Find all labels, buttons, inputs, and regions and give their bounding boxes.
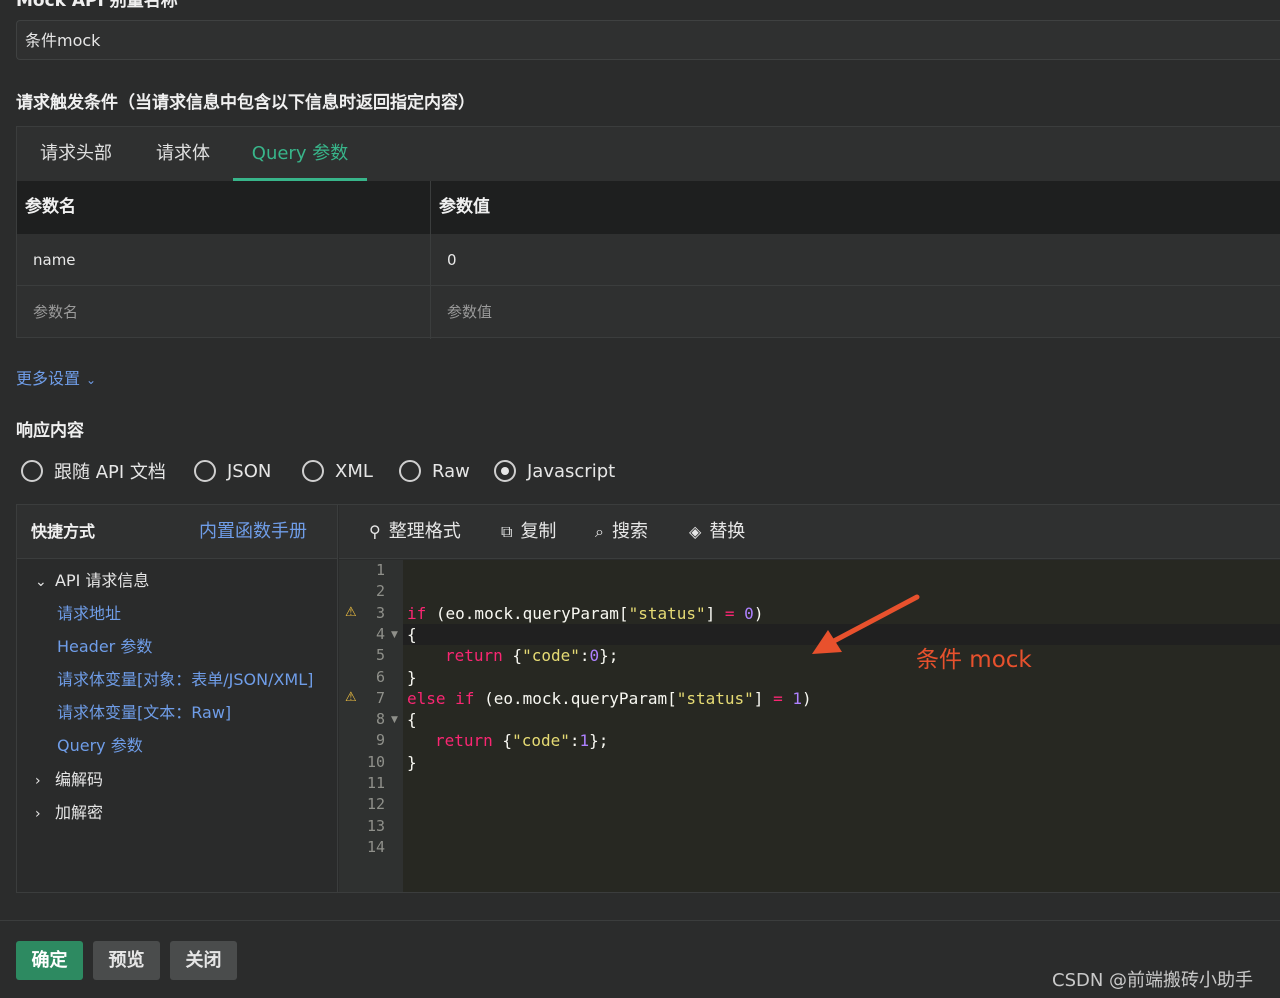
- line-number-gutter: 1 2 ⚠ 3 4 ▼ 5 6 ⚠ 7 8 ▼ 9 10 11 12 13 14: [339, 560, 403, 892]
- close-button[interactable]: 关闭: [170, 941, 237, 980]
- radio-javascript[interactable]: Javascript: [494, 458, 615, 484]
- tree-item-body-raw[interactable]: 请求体变量[文本：Raw]: [57, 699, 231, 723]
- confirm-button[interactable]: 确定: [16, 941, 83, 980]
- tree-group-label: API 请求信息: [55, 571, 150, 590]
- code-line-10: }: [407, 752, 417, 772]
- line-number: 11: [366, 774, 385, 792]
- tree-group-encode-decode[interactable]: › 编解码: [35, 766, 103, 790]
- replace-button[interactable]: ◈ 替换: [689, 505, 745, 559]
- more-settings-link[interactable]: 更多设置 ⌄: [16, 365, 96, 389]
- line-number: 3: [375, 603, 385, 622]
- fold-arrow-icon[interactable]: ▼: [391, 715, 398, 725]
- shortcut-sidebar: 快捷方式 内置函数手册 ⌄ API 请求信息 请求地址 Header 参数 请求体…: [17, 505, 338, 892]
- radio-raw[interactable]: Raw: [399, 458, 470, 484]
- line-number: 13: [366, 816, 385, 835]
- tab-request-body[interactable]: 请求体: [131, 127, 235, 181]
- line-number: 14: [366, 837, 385, 856]
- preview-button[interactable]: 预览: [93, 941, 160, 980]
- line-number: 1: [375, 561, 385, 579]
- radio-label: XML: [335, 460, 373, 482]
- format-button[interactable]: ⚲ 整理格式: [369, 505, 461, 559]
- annotation-label: 条件 mock: [916, 647, 1032, 673]
- radio-label: 跟随 API 文档: [54, 462, 166, 483]
- line-number: 12: [366, 795, 385, 814]
- tree-group-api-request-info[interactable]: ⌄ API 请求信息: [35, 567, 149, 591]
- line-number: 2: [375, 582, 385, 601]
- radio-label: Raw: [432, 460, 470, 482]
- radio-follow-api-doc[interactable]: 跟随 API 文档: [21, 458, 166, 484]
- line-number: 5: [375, 646, 385, 665]
- radio-checked-icon: [494, 460, 516, 482]
- code-line-6: }: [407, 667, 417, 687]
- line-number: 8: [375, 710, 385, 729]
- search-label: 搜索: [611, 521, 648, 542]
- param-name-cell[interactable]: name: [33, 234, 76, 286]
- fold-arrow-icon[interactable]: ▼: [391, 630, 398, 640]
- table-row: name 0: [17, 234, 1280, 286]
- script-editor-panel: 快捷方式 内置函数手册 ⌄ API 请求信息 请求地址 Header 参数 请求体…: [16, 504, 1280, 893]
- param-value-placeholder[interactable]: 参数值: [447, 286, 492, 338]
- param-value-cell[interactable]: 0: [447, 234, 457, 286]
- column-header-param-value: 参数值: [439, 197, 490, 217]
- copy-button[interactable]: ⧉ 复制: [501, 505, 556, 559]
- radio-json[interactable]: JSON: [194, 458, 271, 484]
- chevron-right-icon: ›: [35, 773, 41, 789]
- pin-icon: ⚲: [369, 522, 381, 541]
- copy-label: 复制: [520, 521, 557, 542]
- radio-label: Javascript: [527, 460, 616, 482]
- tree-group-label: 加解密: [55, 803, 104, 822]
- param-name-placeholder[interactable]: 参数名: [33, 286, 78, 338]
- response-content-title: 响应内容: [16, 421, 84, 441]
- tree-group-encrypt-decrypt[interactable]: › 加解密: [35, 799, 103, 823]
- chevron-down-icon: ⌄: [86, 373, 97, 387]
- tab-query-params[interactable]: Query 参数: [233, 127, 367, 181]
- radio-circle-icon: [194, 460, 216, 482]
- more-settings-label: 更多设置: [16, 369, 81, 388]
- column-header-param-name: 参数名: [25, 197, 76, 217]
- code-line-3: if (eo.mock.queryParam["status"] = 0): [407, 603, 764, 623]
- code-line-9: return {"code":1};: [435, 731, 609, 751]
- line-number: 10: [366, 752, 385, 771]
- format-label: 整理格式: [388, 521, 461, 542]
- sidebar-header: 快捷方式 内置函数手册: [17, 505, 337, 559]
- search-button[interactable]: ⌕ 搜索: [595, 505, 648, 559]
- code-line-7: else if (eo.mock.queryParam["status"] = …: [407, 688, 812, 708]
- tree-group-label: 编解码: [55, 770, 104, 789]
- params-table-header: 参数名 参数值: [17, 181, 1280, 234]
- radio-circle-icon: [302, 460, 324, 482]
- tree-item-request-url[interactable]: 请求地址: [57, 600, 121, 624]
- line-number: 7: [375, 688, 385, 707]
- chevron-right-icon: ›: [35, 806, 41, 822]
- table-row-empty: 参数名 参数值: [17, 286, 1280, 338]
- radio-circle-icon: [399, 460, 421, 482]
- radio-circle-icon: [21, 460, 43, 482]
- trigger-conditions-panel: 请求头部 请求体 Query 参数 参数名 参数值 name 0 参数名 参数值: [16, 126, 1280, 339]
- tree-item-header-params[interactable]: Header 参数: [57, 633, 152, 657]
- column-divider: [430, 181, 431, 339]
- code-line-8: {: [407, 710, 417, 730]
- trigger-conditions-title: 请求触发条件（当请求信息中包含以下信息时返回指定内容）: [16, 93, 475, 113]
- chevron-down-icon: ⌄: [35, 574, 47, 590]
- line-number: 9: [375, 731, 385, 750]
- tree-item-query-params[interactable]: Query 参数: [57, 732, 143, 756]
- tree-item-body-object[interactable]: 请求体变量[对象：表单/JSON/XML]: [57, 666, 313, 690]
- code-line-4: {: [407, 624, 417, 644]
- sidebar-title: 快捷方式: [31, 522, 96, 541]
- code-line-5: return {"code":0};: [445, 646, 619, 666]
- annotation-arrow-icon: [812, 594, 920, 654]
- editor-toolbar: ⚲ 整理格式 ⧉ 复制 ⌕ 搜索 ◈ 替换: [339, 505, 1280, 559]
- watermark-text: CSDN @前端搬砖小助手: [1052, 970, 1254, 991]
- line-number: 6: [375, 667, 385, 686]
- api-name-input[interactable]: 条件mock: [16, 20, 1280, 60]
- line-number: 4: [375, 624, 385, 643]
- radio-xml[interactable]: XML: [302, 458, 373, 484]
- search-icon: ⌕: [595, 522, 604, 541]
- tab-request-headers[interactable]: 请求头部: [21, 127, 131, 181]
- replace-label: 替换: [709, 521, 746, 542]
- builtin-function-manual-link[interactable]: 内置函数手册: [199, 505, 307, 559]
- layers-icon: ◈: [689, 522, 702, 541]
- radio-label: JSON: [227, 460, 272, 482]
- copy-icon: ⧉: [501, 522, 513, 541]
- api-name-label: Mock API 别量名称: [16, 0, 178, 11]
